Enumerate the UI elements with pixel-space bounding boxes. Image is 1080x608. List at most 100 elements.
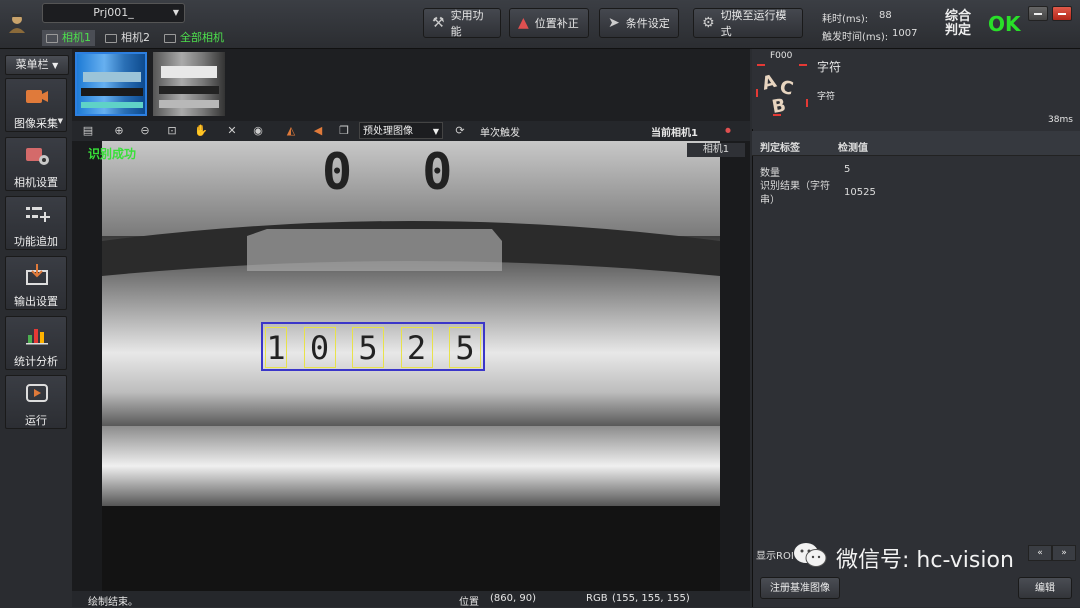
grid-icon bbox=[164, 33, 176, 43]
elapsed-value: 88 bbox=[879, 10, 892, 21]
bar-chart-icon bbox=[26, 329, 48, 345]
recognition-status: 识别成功 bbox=[88, 147, 137, 161]
utility-button[interactable]: ⚒ 实用功能 bbox=[423, 8, 501, 38]
menu-bar-button[interactable]: 菜单栏 ▼ bbox=[5, 55, 69, 75]
sidebar-item-output-settings[interactable]: 输出设置 bbox=[5, 256, 67, 310]
gear-icon: ⚙ bbox=[702, 15, 715, 31]
zoom-out-icon[interactable]: ⊖ bbox=[137, 123, 153, 139]
trigger-label: 触发时间(ms): bbox=[822, 32, 889, 43]
settings-arrow-icon: ➤ bbox=[608, 15, 620, 31]
operator-logo-icon bbox=[9, 14, 25, 33]
ocr-char-box: 5 bbox=[352, 327, 384, 368]
tab-all-cameras[interactable]: 全部相机 bbox=[160, 30, 228, 46]
wechat-logo-icon bbox=[794, 543, 827, 567]
camera-icon bbox=[46, 33, 58, 43]
sidebar-item-label: 统计分析 bbox=[14, 355, 58, 368]
zoom-in-icon[interactable]: ⊕ bbox=[111, 123, 127, 139]
switch-run-mode-label: 切换至运行模式 bbox=[720, 9, 787, 38]
edit-button[interactable]: 编辑 bbox=[1018, 577, 1072, 599]
record-icon[interactable]: ⏺ bbox=[720, 123, 736, 139]
elapsed-label: 耗时(ms): bbox=[822, 14, 869, 25]
col-detect-value: 检测值 bbox=[838, 143, 868, 154]
play-icon bbox=[26, 384, 48, 402]
image-type-value: 预处理图像 bbox=[363, 126, 413, 137]
overall-judgement-label: 综合判定 bbox=[945, 9, 972, 38]
eye-icon[interactable]: ◉ bbox=[250, 123, 266, 139]
next-page-icon[interactable]: » bbox=[1052, 545, 1076, 561]
tab-camera-2[interactable]: 相机2 bbox=[101, 30, 154, 46]
character-tool-icon: A C B bbox=[756, 64, 808, 116]
close-button[interactable] bbox=[1052, 6, 1072, 21]
single-trigger-button[interactable]: 单次触发 bbox=[480, 124, 520, 139]
sidebar-item-statistics[interactable]: 统计分析 bbox=[5, 316, 67, 370]
rgb-label: RGB bbox=[586, 593, 608, 604]
switch-run-mode-button[interactable]: ⚙ 切换至运行模式 bbox=[693, 8, 803, 38]
tab-camera-2-label: 相机2 bbox=[121, 31, 150, 44]
chevron-down-icon: ▼ bbox=[172, 8, 179, 17]
prev-page-icon[interactable]: « bbox=[1028, 545, 1052, 561]
clear-icon[interactable]: ✕ bbox=[224, 123, 240, 139]
sidebar-item-label: 输出设置 bbox=[14, 295, 58, 308]
minimize-icon bbox=[1034, 13, 1042, 15]
current-camera-label: 当前相机1 bbox=[651, 128, 698, 139]
ocr-char-box: 5 bbox=[449, 327, 481, 368]
refresh-icon[interactable]: ⟳ bbox=[452, 123, 468, 139]
trigger-value: 1007 bbox=[892, 28, 918, 39]
menu-bar-label: 菜单栏 bbox=[15, 58, 49, 71]
row-count-label: 数量 bbox=[760, 168, 780, 179]
show-roi-label: 显示ROI bbox=[756, 551, 794, 562]
chevron-down-icon: ▼ bbox=[57, 117, 63, 125]
sidebar-item-add-function[interactable]: 功能追加 bbox=[5, 196, 67, 250]
condition-settings-label: 条件设定 bbox=[625, 17, 670, 30]
triangle-icon: ▲ bbox=[518, 15, 529, 31]
tab-all-cameras-label: 全部相机 bbox=[180, 31, 224, 44]
image-viewer[interactable]: 0 0 1 0 5 2 5 识别成功 相机1 bbox=[72, 141, 750, 591]
judgement-result: OK bbox=[988, 12, 1021, 36]
close-icon bbox=[1058, 13, 1066, 15]
layers-icon[interactable]: ▤ bbox=[80, 123, 96, 139]
tools-icon: ⚒ bbox=[432, 15, 445, 31]
tab-camera-1[interactable]: 相机1 bbox=[42, 30, 95, 46]
minimize-button[interactable] bbox=[1028, 6, 1048, 21]
status-message: 绘制结束。 bbox=[88, 597, 138, 608]
camera-icon bbox=[105, 33, 117, 43]
camera-2-thumbnail[interactable] bbox=[153, 52, 225, 116]
sidebar-item-label: 相机设置 bbox=[14, 176, 58, 189]
tool-time: 38ms bbox=[1048, 115, 1073, 125]
camera-overlay-label: 相机1 bbox=[687, 143, 745, 157]
ocr-char-box: 2 bbox=[400, 327, 433, 368]
image-adjust-icon[interactable]: ◭ bbox=[283, 123, 299, 139]
sidebar-item-label: 功能追加 bbox=[14, 235, 58, 248]
tool-subtitle: 字符 bbox=[817, 92, 836, 102]
project-select[interactable]: Prj001_ ▼ bbox=[42, 3, 185, 23]
camera-icon bbox=[26, 90, 48, 103]
result-table-header bbox=[752, 131, 1080, 156]
sidebar-item-image-capture[interactable]: 图像采集 ▼ bbox=[5, 78, 67, 132]
camera-settings-icon bbox=[26, 148, 49, 165]
output-icon bbox=[26, 264, 48, 285]
utility-label: 实用功能 bbox=[450, 9, 484, 38]
position-correction-button[interactable]: ▲ 位置补正 bbox=[509, 8, 589, 38]
camera-1-thumbnail[interactable] bbox=[75, 52, 147, 116]
chevron-down-icon: ▼ bbox=[432, 127, 439, 136]
position-value: (860, 90) bbox=[490, 593, 536, 604]
ocr-char-box: 1 bbox=[265, 327, 287, 368]
project-name: Prj001_ bbox=[93, 6, 134, 19]
window-icon[interactable]: ❐ bbox=[336, 123, 352, 139]
sidebar-item-camera-settings[interactable]: 相机设置 bbox=[5, 137, 67, 191]
register-reference-image-button[interactable]: 注册基准图像 bbox=[760, 577, 840, 599]
col-judge-label: 判定标签 bbox=[760, 143, 800, 154]
image-type-select[interactable]: 预处理图像 ▼ bbox=[359, 122, 443, 139]
tool-id: F000 bbox=[770, 51, 793, 61]
ocr-roi-box[interactable]: 1 0 5 2 5 bbox=[261, 322, 485, 371]
row-result-value: 10525 bbox=[844, 187, 876, 198]
condition-settings-button[interactable]: ➤ 条件设定 bbox=[599, 8, 679, 38]
position-label: 位置 bbox=[459, 597, 479, 608]
sidebar-item-run[interactable]: 运行 bbox=[5, 375, 67, 429]
rgb-value: (155, 155, 155) bbox=[612, 593, 690, 604]
hand-pan-icon[interactable]: ✋ bbox=[193, 123, 209, 139]
chevron-left-icon[interactable]: ◀ bbox=[310, 123, 326, 139]
sidebar-item-label: 运行 bbox=[25, 414, 47, 427]
fit-view-icon[interactable]: ⊡ bbox=[164, 123, 180, 139]
tab-camera-1-label: 相机1 bbox=[62, 31, 91, 44]
